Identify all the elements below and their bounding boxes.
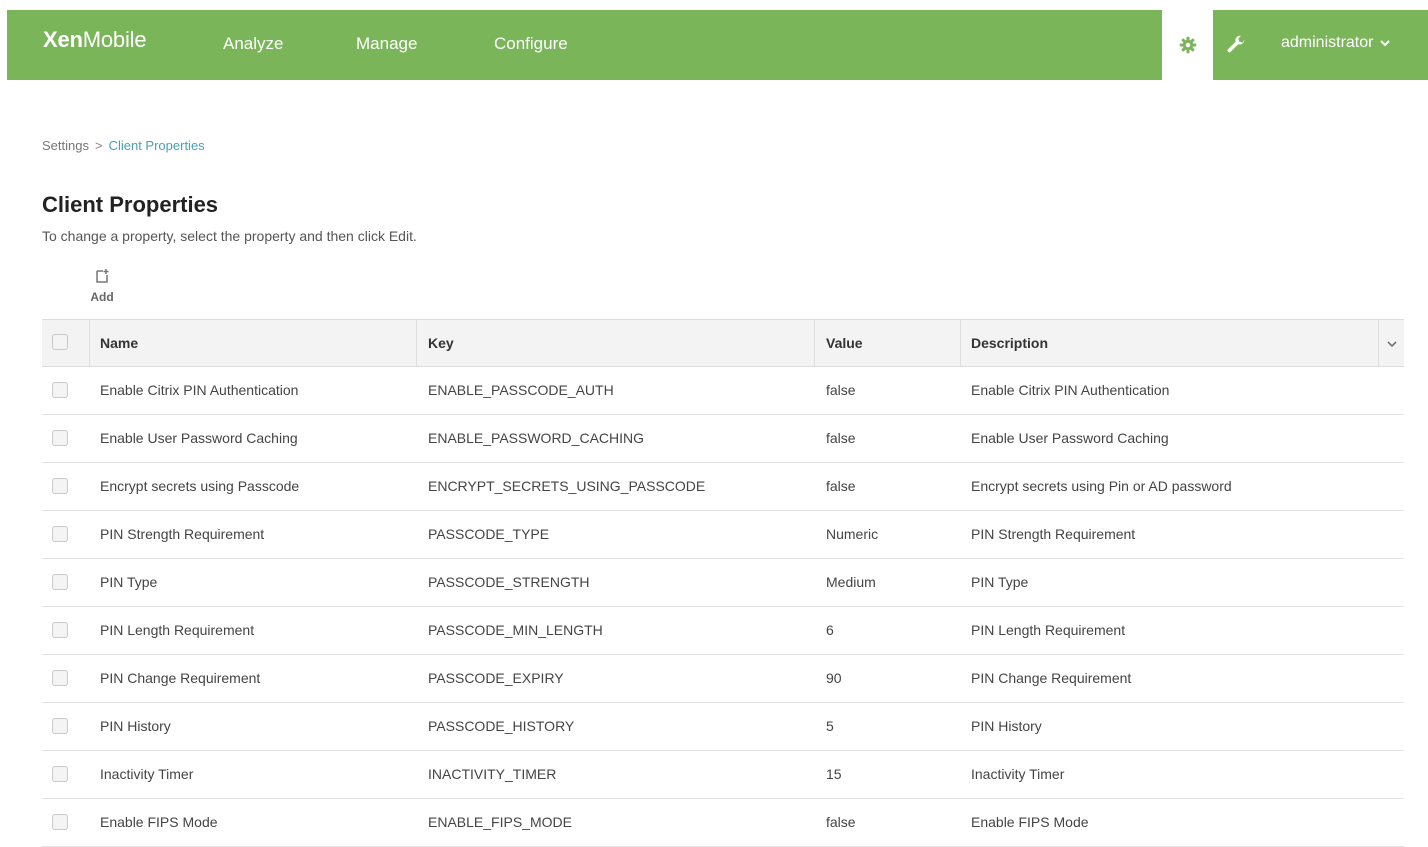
add-document-icon	[96, 269, 109, 283]
cell-value: 15	[826, 766, 842, 782]
cell-description: Enable Citrix PIN Authentication	[971, 382, 1170, 398]
cell-name: Encrypt secrets using Passcode	[100, 478, 300, 494]
chevron-down-icon	[1386, 340, 1397, 347]
row-checkbox[interactable]	[52, 718, 68, 734]
cell-key: ENABLE_PASSWORD_CACHING	[428, 430, 645, 446]
table-row[interactable]: Enable User Password Caching ENABLE_PASSW…	[42, 415, 1404, 463]
cell-name: Enable User Password Caching	[100, 430, 298, 446]
brand-light: Mobile	[82, 27, 147, 52]
nav-manage[interactable]: Manage	[356, 34, 417, 54]
page-subtitle: To change a property, select the propert…	[42, 228, 417, 244]
settings-tab[interactable]	[1162, 10, 1213, 80]
cell-value: 90	[826, 670, 842, 686]
table-row[interactable]: PIN Type PASSCODE_STRENGTH Medium PIN Type	[42, 559, 1404, 607]
table-row[interactable]: Encrypt secrets using Passcode ENCRYPT_SE…	[42, 463, 1404, 511]
nav-configure[interactable]: Configure	[494, 34, 568, 54]
user-name: administrator	[1281, 34, 1374, 51]
cell-key: INACTIVITY_TIMER	[428, 766, 557, 782]
row-checkbox[interactable]	[52, 574, 68, 590]
cell-key: PASSCODE_STRENGTH	[428, 574, 590, 590]
cell-value: false	[826, 382, 856, 398]
column-header-key[interactable]: Key	[428, 335, 454, 351]
brand-logo[interactable]: XenMobile	[43, 27, 147, 53]
wrench-icon	[1227, 35, 1245, 53]
cell-value: Medium	[826, 574, 876, 590]
cell-description: PIN Type	[971, 574, 1029, 590]
cell-name: PIN Strength Requirement	[100, 526, 265, 542]
row-checkbox[interactable]	[52, 622, 68, 638]
cell-description: Enable FIPS Mode	[971, 814, 1089, 830]
table-header: Name Key Value Description	[42, 319, 1404, 367]
select-all-checkbox[interactable]	[52, 334, 68, 350]
cell-description: PIN Change Requirement	[971, 670, 1132, 686]
column-header-description[interactable]: Description	[971, 335, 1048, 351]
cell-value: Numeric	[826, 526, 879, 542]
breadcrumb-separator: >	[94, 138, 103, 153]
table-row[interactable]: PIN Strength Requirement PASSCODE_TYPE Num…	[42, 511, 1404, 559]
cell-value: 6	[826, 622, 834, 638]
cell-name: PIN Type	[100, 574, 158, 590]
top-navigation-bar: XenMobile Analyze Manage Configure admin	[7, 10, 1428, 80]
table-row[interactable]: Enable Citrix PIN Authentication ENABLE_P…	[42, 367, 1404, 415]
column-header-value[interactable]: Value	[826, 335, 863, 351]
cell-value: false	[826, 430, 856, 446]
row-checkbox[interactable]	[52, 814, 68, 830]
cell-name: Enable Citrix PIN Authentication	[100, 382, 299, 398]
user-menu[interactable]: administrator	[1281, 34, 1391, 52]
brand-bold: Xen	[43, 27, 83, 52]
cell-description: PIN Length Requirement	[971, 622, 1126, 638]
cell-name: Inactivity Timer	[100, 766, 194, 782]
cell-name: PIN History	[100, 718, 171, 734]
cell-description: Encrypt secrets using Pin or AD password	[971, 478, 1232, 494]
cell-description: PIN History	[971, 718, 1042, 734]
add-label: Add	[90, 290, 114, 304]
cell-key: PASSCODE_HISTORY	[428, 718, 575, 734]
column-chooser-button[interactable]	[1378, 320, 1404, 367]
breadcrumb-root[interactable]: Settings	[42, 138, 89, 153]
row-checkbox[interactable]	[52, 766, 68, 782]
cell-key: PASSCODE_MIN_LENGTH	[428, 622, 603, 638]
table-row[interactable]: PIN Change Requirement PASSCODE_EXPIRY 90 P…	[42, 655, 1404, 703]
chevron-down-icon	[1380, 40, 1391, 47]
table-row[interactable]: PIN History PASSCODE_HISTORY 5 PIN History	[42, 703, 1404, 751]
column-header-name[interactable]: Name	[100, 335, 138, 351]
table-row[interactable]: PIN Length Requirement PASSCODE_MIN_LENGT…	[42, 607, 1404, 655]
cell-value: false	[826, 478, 856, 494]
cell-description: PIN Strength Requirement	[971, 526, 1136, 542]
row-checkbox[interactable]	[52, 430, 68, 446]
nav-analyze[interactable]: Analyze	[223, 34, 283, 54]
row-checkbox[interactable]	[52, 478, 68, 494]
cell-name: Enable FIPS Mode	[100, 814, 218, 830]
row-checkbox[interactable]	[52, 382, 68, 398]
page-title: Client Properties	[42, 192, 219, 217]
gear-icon	[1179, 36, 1196, 54]
cell-value: 5	[826, 718, 834, 734]
cell-description: Inactivity Timer	[971, 766, 1065, 782]
cell-name: PIN Length Requirement	[100, 622, 255, 638]
properties-table: Name Key Value Description Enable Citrix…	[42, 319, 1404, 847]
wrench-button[interactable]	[1225, 34, 1247, 56]
breadcrumb-current[interactable]: Client Properties	[109, 138, 205, 153]
cell-key: ENABLE_FIPS_MODE	[428, 814, 572, 830]
cell-key: PASSCODE_TYPE	[428, 526, 550, 542]
row-checkbox[interactable]	[52, 670, 68, 686]
cell-description: Enable User Password Caching	[971, 430, 1169, 446]
cell-value: false	[826, 814, 856, 830]
cell-name: PIN Change Requirement	[100, 670, 261, 686]
table-row[interactable]: Enable FIPS Mode ENABLE_FIPS_MODE false Ena…	[42, 799, 1404, 847]
add-button[interactable]: Add	[86, 268, 118, 304]
row-checkbox[interactable]	[52, 526, 68, 542]
table-row[interactable]: Inactivity Timer INACTIVITY_TIMER 15 Inacti…	[42, 751, 1404, 799]
cell-key: ENABLE_PASSCODE_AUTH	[428, 382, 614, 398]
breadcrumb: Settings > Client Properties	[42, 138, 205, 153]
cell-key: PASSCODE_EXPIRY	[428, 670, 564, 686]
cell-key: ENCRYPT_SECRETS_USING_PASSCODE	[428, 478, 706, 494]
